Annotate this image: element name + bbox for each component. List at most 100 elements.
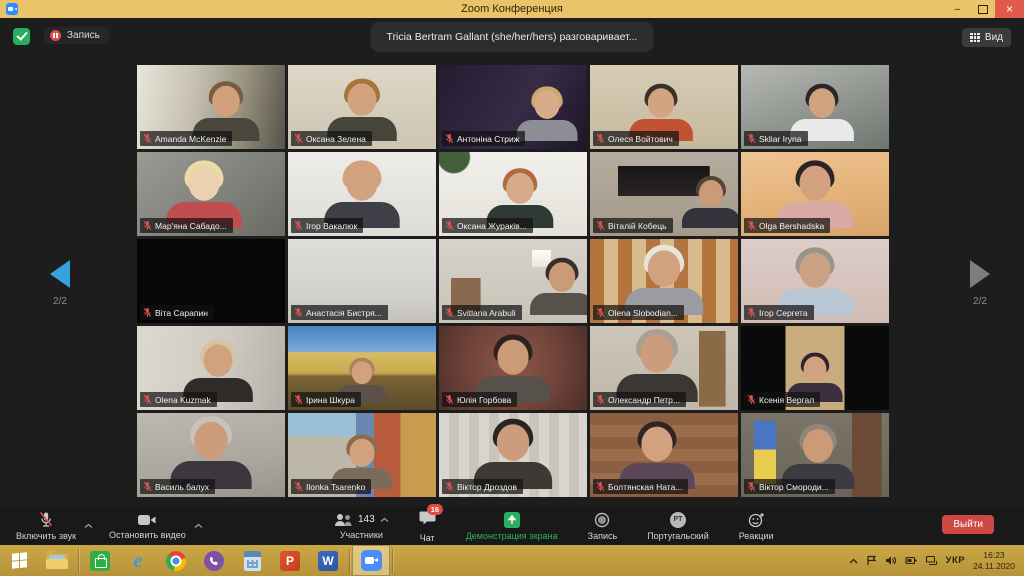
mic-muted-icon <box>445 308 454 317</box>
camera-icon <box>138 514 156 525</box>
reactions-button[interactable]: Реакции <box>737 507 776 545</box>
taskbar-powerpoint[interactable]: P <box>271 545 309 576</box>
participant-name: Olena Kuzmak <box>155 394 211 405</box>
participant-name-tag: Ігор Вакалюк <box>291 218 364 233</box>
participant-name: Olga Bershadska <box>759 220 825 231</box>
participant-silhouette <box>679 176 738 228</box>
file-explorer-icon <box>46 549 68 569</box>
viber-icon <box>204 550 224 571</box>
taskbar-calculator[interactable] <box>233 545 271 576</box>
participant-tile[interactable]: Віктор Дроздов <box>439 413 587 497</box>
taskbar-viber[interactable] <box>195 545 233 576</box>
view-button[interactable]: Вид <box>962 28 1011 47</box>
participant-name-tag: Олександр Петр... <box>593 392 686 407</box>
participants-caret-icon[interactable] <box>380 517 389 523</box>
language-indicator[interactable]: УКР <box>946 555 966 566</box>
mic-muted-icon <box>596 482 605 491</box>
leave-meeting-button[interactable]: Выйти <box>942 515 994 534</box>
taskbar-file-explorer[interactable] <box>38 545 76 576</box>
chat-button[interactable]: 16 Чат <box>417 503 444 545</box>
participant-tile[interactable]: Olena Slobodian... <box>590 239 738 323</box>
mic-muted-icon <box>747 395 756 404</box>
mic-muted-icon <box>445 482 454 491</box>
network-icon[interactable] <box>925 555 938 566</box>
next-page-arrow-icon <box>970 260 990 288</box>
gallery-next-page[interactable]: 2/2 <box>960 260 1000 307</box>
participant-tile[interactable]: Ігор Сергета <box>741 239 889 323</box>
participant-name: Ксенія Вергал <box>759 394 815 405</box>
participant-tile[interactable]: Оксана Зелена <box>288 65 436 149</box>
action-center-flag-icon[interactable] <box>866 555 877 566</box>
windows-taskbar: e P W УКР 16:23 24.11.2020 <box>0 545 1024 576</box>
recording-pause-icon <box>50 30 61 41</box>
start-button[interactable] <box>0 545 38 576</box>
mic-muted-icon <box>747 308 756 317</box>
participant-tile[interactable]: Олеся Войтович <box>590 65 738 149</box>
taskbar-chrome[interactable] <box>157 545 195 576</box>
participant-tile[interactable]: Ксенія Вергал <box>741 326 889 410</box>
participant-tile[interactable]: Amanda McKenzie <box>137 65 285 149</box>
participant-tile[interactable]: Skliar Iryna <box>741 65 889 149</box>
participant-name-tag: Svitlana Arabuli <box>442 305 522 320</box>
participant-tile[interactable]: Віталій Кобець <box>590 152 738 236</box>
record-button[interactable]: Запись <box>586 507 620 545</box>
maximize-button[interactable] <box>970 0 995 18</box>
reactions-smiley-icon <box>748 512 764 527</box>
participant-tile[interactable]: Ilonka Tsarenko <box>288 413 436 497</box>
participant-name-tag: Ксенія Вергал <box>744 392 821 407</box>
chat-unread-badge: 16 <box>426 503 444 515</box>
taskbar-separator <box>392 548 393 573</box>
interpretation-button[interactable]: PT Португальский <box>645 507 711 545</box>
participant-tile[interactable]: Olena Kuzmak <box>137 326 285 410</box>
gallery-prev-page[interactable]: 2/2 <box>40 260 80 307</box>
taskbar-internet-explorer[interactable]: e <box>119 545 157 576</box>
participant-tile[interactable]: Болтянская Ната... <box>590 413 738 497</box>
participant-tile[interactable]: Мар'яна Сабадо... <box>137 152 285 236</box>
participant-name: Антоніна Стриж <box>457 133 520 144</box>
participant-tile[interactable]: Оксана Жураків... <box>439 152 587 236</box>
interpretation-label: Португальский <box>647 530 709 541</box>
view-label: Вид <box>984 32 1003 43</box>
interpretation-icon: PT <box>669 511 686 528</box>
system-tray: УКР 16:23 24.11.2020 <box>849 550 1024 571</box>
video-options-caret-icon[interactable] <box>194 523 203 529</box>
participant-tile[interactable]: Ігор Вакалюк <box>288 152 436 236</box>
audio-options-caret-icon[interactable] <box>84 523 93 529</box>
clock[interactable]: 16:23 24.11.2020 <box>973 550 1015 571</box>
share-screen-button[interactable]: Демонстрация экрана <box>464 507 560 545</box>
mic-muted-icon <box>747 134 756 143</box>
participant-tile[interactable]: Віта Сарапин <box>137 239 285 323</box>
taskbar-zoom-active[interactable] <box>352 545 390 576</box>
mic-muted-icon <box>143 395 152 404</box>
participant-name-tag: Віталій Кобець <box>593 218 673 233</box>
participant-name-tag: Юлія Горбова <box>442 392 518 407</box>
recording-label: Запись <box>67 30 100 41</box>
share-screen-icon <box>503 511 520 528</box>
volume-icon[interactable] <box>885 555 897 566</box>
participant-tile[interactable]: Олександр Петр... <box>590 326 738 410</box>
taskbar-word[interactable]: W <box>309 545 347 576</box>
participants-button[interactable]: 143 Участники <box>332 507 391 545</box>
unmute-button[interactable]: Включить звук <box>14 507 78 545</box>
battery-icon[interactable] <box>904 555 917 566</box>
participant-name-tag: Olena Slobodian... <box>593 305 684 320</box>
participant-tile[interactable]: Анастасія Бистря... <box>288 239 436 323</box>
participant-tile[interactable]: Olga Bershadska <box>741 152 889 236</box>
participant-tile[interactable]: Svitlana Arabuli <box>439 239 587 323</box>
close-button[interactable]: × <box>995 0 1024 18</box>
security-shield-icon[interactable] <box>13 28 30 45</box>
taskbar-store[interactable] <box>81 545 119 576</box>
tray-show-hidden-icons[interactable] <box>849 558 858 564</box>
stop-video-button[interactable]: Остановить видео <box>107 507 188 545</box>
participant-tile[interactable]: Антоніна Стриж <box>439 65 587 149</box>
participant-name: Анастасія Бистря... <box>306 307 382 318</box>
recording-indicator[interactable]: Запись <box>44 27 109 44</box>
participant-tile[interactable]: Юлія Горбова <box>439 326 587 410</box>
participant-tile[interactable]: Василь балух <box>137 413 285 497</box>
participant-name-tag: Антоніна Стриж <box>442 131 526 146</box>
participants-label: Участники <box>339 529 383 540</box>
participant-tile[interactable]: Віктор Смороди... <box>741 413 889 497</box>
participant-tile[interactable]: Ірина Шкура <box>288 326 436 410</box>
mic-muted-icon <box>294 395 303 404</box>
minimize-button[interactable]: – <box>945 0 970 18</box>
